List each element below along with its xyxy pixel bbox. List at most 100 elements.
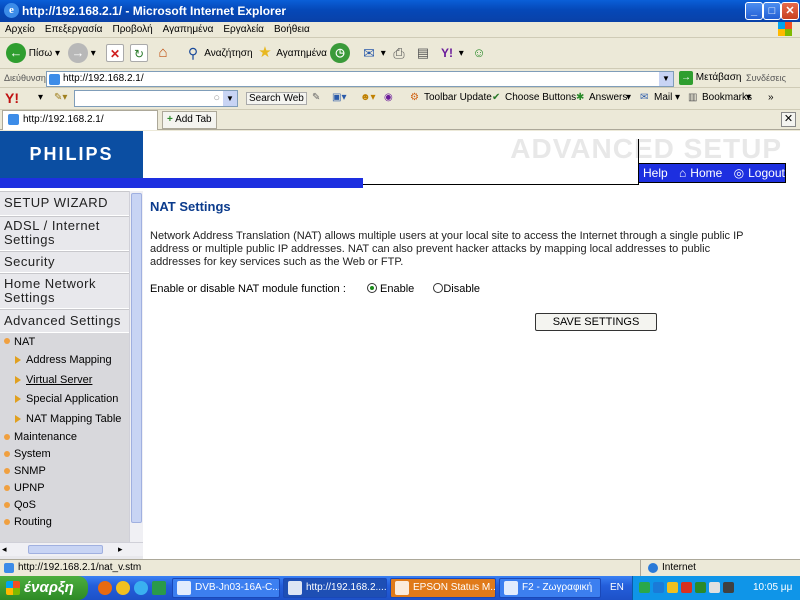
sidebar-item-virtual-server[interactable]: Virtual Server [0, 370, 129, 390]
toolbar-update-button[interactable]: Toolbar Update [424, 92, 492, 103]
sidebar-item-nat[interactable]: NAT [0, 333, 129, 351]
sidebar-item-upnp[interactable]: UPNP [0, 480, 129, 497]
links-label[interactable]: Συνδέσεις [746, 73, 786, 83]
menu-favorites[interactable]: Αγαπημένα [158, 22, 219, 35]
search-dropdown-icon[interactable]: ▼ [223, 91, 237, 106]
tray-icon-6[interactable] [709, 582, 720, 593]
print-button[interactable]: ⎙ [390, 43, 408, 65]
mail-dropdown-icon[interactable]: ▾ [675, 92, 680, 103]
logout-link[interactable]: ◎ Logout [730, 166, 785, 180]
app-quicklaunch-icon[interactable] [152, 581, 166, 595]
pointer-icon[interactable]: ◉ [384, 92, 393, 103]
history-button[interactable]: ◷ [330, 43, 350, 65]
sidebar-item-maintenance[interactable]: Maintenance [0, 429, 129, 446]
tray-icon-3[interactable] [667, 582, 678, 593]
add-tab-button[interactable]: + Add Tab [162, 111, 217, 129]
yahoo-button[interactable]: Y! ▾ [438, 43, 464, 65]
answers-button[interactable]: Answers [589, 92, 627, 103]
task-ie[interactable]: http://192.168.2.... [283, 578, 387, 598]
pencil-icon[interactable]: ✎▾ [54, 92, 67, 103]
maximize-button[interactable]: □ [763, 2, 781, 20]
ie-quicklaunch-icon[interactable] [134, 581, 148, 595]
sidebar-item-nat-mapping-table[interactable]: NAT Mapping Table [0, 409, 129, 429]
logout-icon: ◎ [733, 166, 745, 180]
yahoo-logo[interactable]: Y! [5, 90, 19, 106]
horizontal-scroll-thumb[interactable] [28, 545, 103, 554]
sidebar-item-routing[interactable]: Routing [0, 514, 129, 531]
mail-button[interactable]: ✉ ▾ [360, 43, 386, 65]
tray-icon-4[interactable] [681, 582, 692, 593]
language-indicator[interactable]: EN [610, 576, 624, 600]
tab-label: http://192.168.2.1/ [23, 114, 104, 125]
firefox-quicklaunch-icon[interactable] [98, 581, 112, 595]
task-epson[interactable]: EPSON Status M... [390, 578, 496, 598]
save-settings-button[interactable]: SAVE SETTINGS [535, 313, 657, 331]
answers-dropdown-icon[interactable]: ▾ [626, 92, 631, 103]
enable-radio[interactable] [366, 283, 377, 293]
home-link[interactable]: ⌂ Home [675, 166, 722, 180]
scroll-left-icon[interactable]: ◂ [2, 544, 7, 555]
forward-button[interactable]: → ▾ [68, 43, 96, 65]
menu-tools[interactable]: Εργαλεία [218, 22, 269, 35]
tray-icon-1[interactable] [639, 582, 650, 593]
tray-icon-7[interactable] [723, 582, 734, 593]
smiley-icon[interactable]: ☻▾ [360, 92, 376, 103]
tray-icon-5[interactable] [695, 582, 706, 593]
search-button[interactable]: ⚲ Αναζήτηση [184, 43, 253, 65]
refresh-button[interactable]: ↻ [130, 43, 148, 65]
sidebar-item-special-application[interactable]: Special Application [0, 390, 129, 410]
back-button[interactable]: ← Πίσω ▾ [6, 43, 60, 65]
address-input[interactable]: http://192.168.2.1/ ▼ [46, 71, 674, 87]
close-button[interactable]: ✕ [781, 2, 799, 20]
yahoo-menu-arrow-icon[interactable]: ▾ [38, 92, 43, 103]
go-button[interactable]: → Μετάβαση [679, 71, 741, 85]
yahoo-mail-button[interactable]: Mail [654, 92, 672, 103]
scroll-right-icon[interactable]: ▸ [118, 544, 123, 555]
sidebar-filler [0, 531, 129, 542]
sidebar-item-address-mapping[interactable]: Address Mapping [0, 351, 129, 371]
sidebar-item-adsl-internet[interactable]: ADSL / Internet Settings [0, 216, 129, 251]
sidebar-item-advanced-settings[interactable]: Advanced Settings [0, 309, 129, 333]
task-paint[interactable]: F2 - Ζωγραφική [499, 578, 601, 598]
media-quicklaunch-icon[interactable] [116, 581, 130, 595]
sidebar-scroll-thumb[interactable] [131, 193, 142, 523]
close-tab-icon[interactable]: ✕ [781, 112, 796, 127]
start-button[interactable]: έναρξη [0, 576, 88, 600]
sidebar-horizontal-scrollbar[interactable]: ◂ ▸ [0, 542, 143, 556]
favorites-button[interactable]: ★ Αγαπημένα [256, 43, 327, 65]
sidebar-item-system[interactable]: System [0, 446, 129, 463]
tab-current[interactable]: http://192.168.2.1/ [2, 110, 158, 130]
minimize-button[interactable]: _ [745, 2, 763, 20]
enable-option[interactable]: Enable [366, 283, 414, 295]
disable-radio[interactable] [433, 283, 444, 293]
clock[interactable]: 10:05 μμ [753, 576, 792, 600]
messenger-button[interactable]: ☺ [470, 43, 488, 65]
sidebar-vertical-scrollbar[interactable] [129, 191, 143, 542]
form-icon[interactable]: ▣▾ [332, 92, 346, 103]
search-web-button[interactable]: Search Web [246, 92, 307, 105]
highlight-icon[interactable]: ✎ [312, 92, 320, 103]
sidebar-item-setup-wizard[interactable]: SETUP WIZARD [0, 191, 129, 216]
bookmarks-button[interactable]: Bookmarks [702, 92, 752, 103]
sidebar-item-snmp[interactable]: SNMP [0, 463, 129, 480]
address-dropdown-icon[interactable]: ▼ [659, 72, 673, 86]
sidebar-item-security[interactable]: Security [0, 251, 129, 273]
menu-help[interactable]: Βοήθεια [269, 22, 315, 35]
menu-file[interactable]: Αρχείο [0, 22, 40, 35]
help-link[interactable]: Help [643, 166, 668, 180]
home-button[interactable]: ⌂ [154, 43, 172, 65]
toolbar-overflow-icon[interactable]: » [768, 92, 774, 103]
tray-icon-2[interactable] [653, 582, 664, 593]
sidebar-item-home-network[interactable]: Home Network Settings [0, 273, 129, 309]
disable-option[interactable]: Disable [433, 283, 480, 295]
edit-button[interactable]: ▤ [414, 43, 432, 65]
bookmarks-dropdown-icon[interactable]: ▾ [746, 92, 751, 103]
menu-edit[interactable]: Επεξεργασία [40, 22, 108, 35]
sidebar-item-qos[interactable]: QoS [0, 497, 129, 514]
task-dvb[interactable]: DVB-Jn03-16A-C... [172, 578, 280, 598]
arrow-icon [15, 414, 21, 423]
menu-view[interactable]: Προβολή [107, 22, 157, 35]
choose-buttons-button[interactable]: Choose Buttons [505, 92, 576, 103]
yahoo-search-input[interactable]: ○ ▼ [74, 90, 238, 107]
stop-button[interactable]: ✕ [106, 43, 124, 65]
